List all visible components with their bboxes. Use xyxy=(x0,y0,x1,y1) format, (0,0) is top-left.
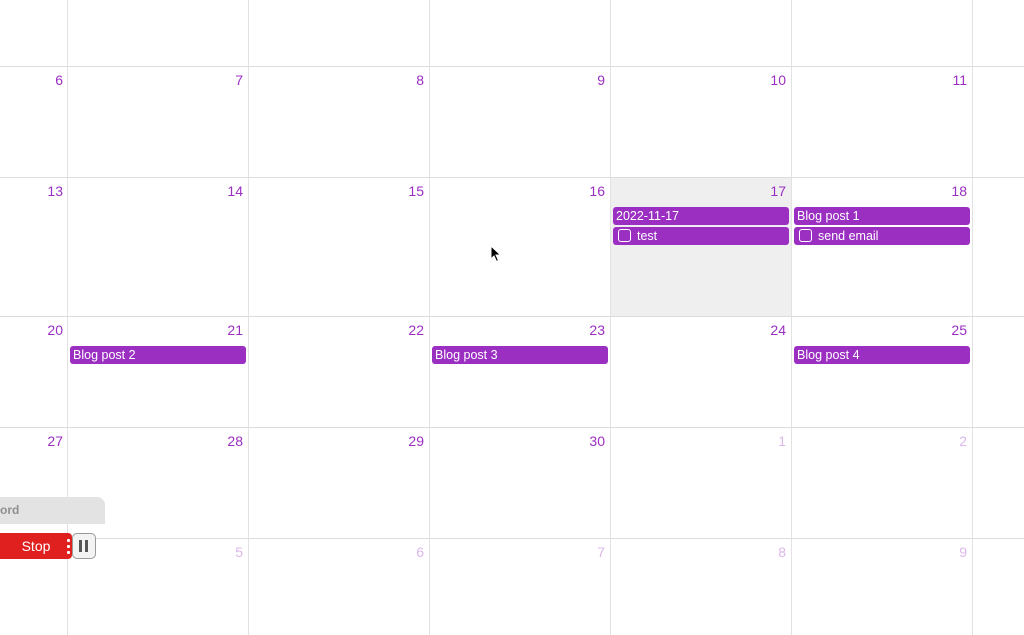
day-number[interactable]: 6 xyxy=(23,72,63,88)
day-number-next-month[interactable]: 2 xyxy=(927,433,967,449)
event-all-day[interactable]: Blog post 3 xyxy=(432,346,608,364)
day-number[interactable]: 22 xyxy=(384,322,424,338)
day-number-next-month[interactable]: 6 xyxy=(384,544,424,560)
stop-recording-button[interactable]: Stop xyxy=(0,533,72,559)
day-number[interactable]: 7 xyxy=(203,72,243,88)
task-event[interactable]: send email xyxy=(794,227,970,245)
day-number[interactable]: 16 xyxy=(565,183,605,199)
grid-line xyxy=(0,427,1024,428)
day-number[interactable]: 24 xyxy=(746,322,786,338)
grid-line xyxy=(429,0,430,635)
pause-button[interactable] xyxy=(72,533,96,559)
day-number[interactable]: 18 xyxy=(927,183,967,199)
grid-line xyxy=(610,0,611,635)
drag-handle-icon[interactable] xyxy=(67,539,70,555)
recorder-label: ord xyxy=(0,503,20,517)
grid-line xyxy=(248,0,249,635)
day-number[interactable]: 21 xyxy=(203,322,243,338)
event-all-day[interactable]: Blog post 4 xyxy=(794,346,970,364)
day-number-today[interactable]: 17 xyxy=(746,183,786,199)
day-number[interactable]: 8 xyxy=(384,72,424,88)
event-all-day[interactable]: 2022-11-17 xyxy=(613,207,789,225)
grid-line xyxy=(0,538,1024,539)
day-number[interactable]: 14 xyxy=(203,183,243,199)
day-number-next-month[interactable]: 7 xyxy=(565,544,605,560)
day-number[interactable]: 28 xyxy=(203,433,243,449)
recorder-panel: ord xyxy=(0,497,105,524)
day-number[interactable]: 15 xyxy=(384,183,424,199)
event-all-day[interactable]: Blog post 2 xyxy=(70,346,246,364)
calendar-month-grid: 6 7 8 9 10 11 13 14 15 16 17 18 20 21 22… xyxy=(0,0,1024,635)
grid-line xyxy=(972,0,973,635)
task-label: test xyxy=(637,229,658,243)
day-number[interactable]: 30 xyxy=(565,433,605,449)
day-number[interactable]: 13 xyxy=(23,183,63,199)
task-label: send email xyxy=(818,229,879,243)
day-number[interactable]: 10 xyxy=(746,72,786,88)
grid-line xyxy=(791,0,792,635)
task-checkbox[interactable] xyxy=(618,229,631,242)
task-event[interactable]: test xyxy=(613,227,789,245)
day-number-next-month[interactable]: 1 xyxy=(746,433,786,449)
day-number-next-month[interactable]: 5 xyxy=(203,544,243,560)
mouse-cursor-icon xyxy=(490,245,502,263)
grid-line xyxy=(0,316,1024,317)
event-all-day[interactable]: Blog post 1 xyxy=(794,207,970,225)
day-number-next-month[interactable]: 9 xyxy=(927,544,967,560)
grid-line xyxy=(0,177,1024,178)
day-number[interactable]: 20 xyxy=(23,322,63,338)
task-checkbox[interactable] xyxy=(799,229,812,242)
day-number[interactable]: 23 xyxy=(565,322,605,338)
day-number[interactable]: 27 xyxy=(23,433,63,449)
day-number-next-month[interactable]: 8 xyxy=(746,544,786,560)
grid-line xyxy=(0,66,1024,67)
day-number[interactable]: 25 xyxy=(927,322,967,338)
day-number[interactable]: 11 xyxy=(927,72,967,88)
day-number[interactable]: 29 xyxy=(384,433,424,449)
day-number[interactable]: 9 xyxy=(565,72,605,88)
